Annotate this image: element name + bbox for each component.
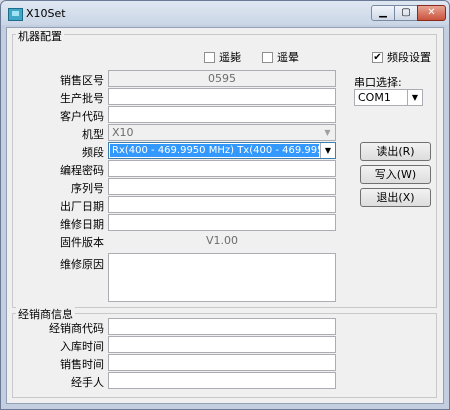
repair-date-label: 维修日期 — [60, 218, 104, 231]
serial-port-label: 串口选择: — [354, 76, 402, 89]
factory-date-field[interactable] — [108, 196, 336, 213]
chevron-down-icon: ▼ — [320, 143, 335, 158]
band-value: Rx(400 - 469.9950 MHz) Tx(400 - 469.9950… — [110, 144, 319, 157]
band-label: 频段 — [82, 146, 104, 159]
remote-stun-label: 遥晕 — [277, 51, 299, 64]
app-icon — [8, 8, 23, 21]
minimize-button[interactable]: ▁ — [371, 5, 395, 21]
app-window: X10Set ▁ ▢ ✕ 机器配置 遥毙 遥晕 ✔ 频段设置 销售区号 0595… — [0, 0, 450, 410]
machine-config-legend: 机器配置 — [16, 28, 64, 44]
maximize-icon: ▢ — [401, 7, 411, 18]
model-select[interactable]: X10 ▼ — [108, 124, 336, 141]
serial-port-value: COM1 — [358, 91, 391, 104]
band-settings-label: 频段设置 — [387, 51, 431, 64]
maximize-button[interactable]: ▢ — [394, 5, 418, 21]
exit-button[interactable]: 退出(X) — [360, 188, 431, 207]
factory-date-label: 出厂日期 — [60, 200, 104, 213]
close-icon: ✕ — [427, 7, 436, 18]
repair-reason-textarea[interactable] — [108, 253, 336, 302]
dealer-code-field[interactable] — [108, 318, 336, 335]
model-label: 机型 — [82, 128, 104, 141]
sale-time-field[interactable] — [108, 354, 336, 371]
dealer-code-label: 经销商代码 — [49, 322, 104, 335]
prog-password-field[interactable] — [108, 160, 336, 177]
prog-password-label: 编程密码 — [60, 164, 104, 177]
model-value: X10 — [112, 126, 134, 139]
chevron-down-icon: ▼ — [407, 90, 422, 105]
repair-reason-label: 维修原因 — [60, 258, 104, 271]
sales-area-label: 销售区号 — [60, 74, 104, 87]
customer-code-label: 客户代码 — [60, 110, 104, 123]
window-title: X10Set — [26, 7, 66, 20]
firmware-label: 固件版本 — [60, 236, 104, 249]
repair-date-field[interactable] — [108, 214, 336, 231]
band-settings-checkbox[interactable]: ✔ — [372, 52, 383, 63]
remote-kill-checkbox[interactable] — [204, 52, 215, 63]
handler-label: 经手人 — [71, 376, 104, 389]
title-bar[interactable]: X10Set ▁ ▢ ✕ — [1, 1, 449, 27]
customer-code-field[interactable] — [108, 106, 336, 123]
stock-in-time-field[interactable] — [108, 336, 336, 353]
minimize-icon: ▁ — [379, 7, 387, 18]
band-select[interactable]: Rx(400 - 469.9950 MHz) Tx(400 - 469.9950… — [108, 142, 336, 159]
read-button[interactable]: 读出(R) — [360, 142, 431, 161]
write-button[interactable]: 写入(W) — [360, 165, 431, 184]
remote-stun-checkbox[interactable] — [262, 52, 273, 63]
stock-in-time-label: 入库时间 — [60, 340, 104, 353]
firmware-value: V1.00 — [108, 232, 336, 249]
serial-label: 序列号 — [71, 182, 104, 195]
remote-kill-label: 遥毙 — [219, 51, 241, 64]
serial-port-select[interactable]: COM1 ▼ — [354, 89, 423, 106]
close-button[interactable]: ✕ — [417, 5, 446, 21]
serial-field[interactable] — [108, 178, 336, 195]
chevron-down-icon: ▼ — [324, 128, 331, 137]
sale-time-label: 销售时间 — [60, 358, 104, 371]
client-area: 机器配置 遥毙 遥晕 ✔ 频段设置 销售区号 0595 生产批号 客户代码 机型… — [6, 27, 444, 404]
sales-area-field[interactable]: 0595 — [108, 70, 336, 87]
handler-field[interactable] — [108, 372, 336, 389]
batch-field[interactable] — [108, 88, 336, 105]
batch-label: 生产批号 — [60, 92, 104, 105]
